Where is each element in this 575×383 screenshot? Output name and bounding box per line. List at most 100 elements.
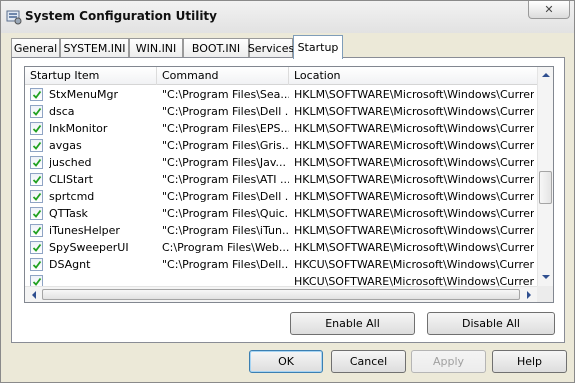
list-item[interactable]: jusched "C:\Program Files\Jav... HKLM\SOFT… — [25, 154, 537, 171]
tab-system-ini[interactable]: SYSTEM.INI — [60, 38, 129, 58]
cancel-button[interactable]: Cancel — [331, 350, 406, 373]
startup-items-list[interactable]: Startup Item Command Location StxMenuMgr… — [24, 66, 554, 303]
startup-item-location: HKLM\SOFTWARE\Microsoft\Windows\CurrentV… — [294, 156, 534, 169]
close-button[interactable]: ✕ — [528, 1, 570, 19]
startup-item-location: HKCU\SOFTWARE\Microsoft\Windows\CurrentV… — [294, 258, 534, 271]
tab-services[interactable]: Services — [248, 38, 294, 58]
list-header: Startup Item Command Location — [25, 67, 537, 85]
check-mark-icon — [32, 192, 41, 201]
startup-item-checkbox[interactable] — [30, 207, 43, 220]
startup-item-checkbox[interactable] — [30, 105, 43, 118]
ok-button[interactable]: OK — [249, 350, 323, 373]
startup-item-command: "C:\Program Files\Jav... — [162, 156, 287, 169]
startup-item-command: C:\Program Files\Web... — [162, 241, 289, 254]
enable-all-button[interactable]: Enable All — [290, 312, 415, 335]
startup-item-checkbox[interactable] — [30, 224, 43, 237]
check-mark-icon — [32, 90, 41, 99]
list-item[interactable]: dsca "C:\Program Files\Dell ... HKLM\SOFTW… — [25, 103, 537, 120]
check-mark-icon — [32, 209, 41, 218]
startup-item-name: dsca — [49, 105, 75, 118]
startup-item-command: "C:\Program Files\iTun... — [162, 224, 289, 237]
list-item[interactable]: StxMenuMgr "C:\Program Files\Sea... HKLM\S… — [25, 86, 537, 103]
startup-item-name: QTTask — [49, 207, 88, 220]
startup-item-location: HKLM\SOFTWARE\Microsoft\Windows\CurrentV… — [294, 88, 534, 101]
startup-item-location: HKLM\SOFTWARE\Microsoft\Windows\CurrentV… — [294, 190, 534, 203]
tab-startup[interactable]: Startup — [293, 35, 343, 59]
check-mark-icon — [32, 226, 41, 235]
startup-item-name: jusched — [49, 156, 92, 169]
startup-tab-panel: Startup Item Command Location StxMenuMgr… — [11, 57, 565, 343]
startup-item-name: SpySweeperUI — [49, 241, 129, 254]
close-icon: ✕ — [544, 3, 554, 16]
startup-item-location: HKLM\SOFTWARE\Microsoft\Windows\CurrentV… — [294, 224, 534, 237]
check-mark-icon — [32, 107, 41, 116]
tab-general[interactable]: General — [11, 38, 60, 58]
disable-all-button[interactable]: Disable All — [427, 312, 555, 335]
startup-item-location: HKLM\SOFTWARE\Microsoft\Windows\CurrentV… — [294, 139, 534, 152]
startup-item-location: HKLM\SOFTWARE\Microsoft\Windows\CurrentV… — [294, 207, 534, 220]
startup-item-checkbox[interactable] — [30, 88, 43, 101]
check-mark-icon — [32, 175, 41, 184]
startup-item-checkbox[interactable] — [30, 190, 43, 203]
startup-item-command: "C:\Program Files\Gris... — [162, 139, 289, 152]
tab-boot-ini[interactable]: BOOT.INI — [183, 38, 249, 58]
list-item[interactable]: QTTask "C:\Program Files\Quic... HKLM\SOFT… — [25, 205, 537, 222]
startup-item-name: CLIStart — [49, 173, 93, 186]
help-button[interactable]: Help — [492, 350, 567, 373]
list-item[interactable]: InkMonitor "C:\Program Files\EPS... HKLM\S… — [25, 120, 537, 137]
list-item[interactable]: iTunesHelper "C:\Program Files\iTun... HKL… — [25, 222, 537, 239]
startup-item-command: "C:\Program Files\ATI ... — [162, 173, 289, 186]
startup-item-command: "C:\Program Files\Sea... — [162, 88, 289, 101]
column-header-location[interactable]: Location — [289, 67, 537, 85]
title-bar[interactable]: System Configuration Utility ✕ — [1, 1, 574, 33]
vertical-scroll-thumb[interactable] — [539, 171, 552, 204]
apply-button[interactable]: Apply — [411, 350, 486, 373]
startup-item-name: InkMonitor — [49, 122, 108, 135]
startup-item-command: "C:\Program Files\Dell... — [162, 258, 289, 271]
scroll-down-arrow-icon[interactable] — [541, 272, 551, 282]
startup-item-command: "C:\Program Files\Quic... — [162, 207, 289, 220]
column-header-startup-item[interactable]: Startup Item — [25, 67, 157, 85]
startup-item-checkbox[interactable] — [30, 122, 43, 135]
vertical-scrollbar[interactable] — [537, 67, 553, 286]
startup-item-name: DSAgnt — [49, 258, 91, 271]
check-mark-icon — [32, 158, 41, 167]
list-item[interactable]: CLIStart "C:\Program Files\ATI ... HKLM\SO… — [25, 171, 537, 188]
scroll-right-arrow-icon[interactable] — [524, 290, 534, 300]
startup-item-command: "C:\Program Files\EPS... — [162, 122, 289, 135]
list-item[interactable]: SpySweeperUI C:\Program Files\Web... HKLM\… — [25, 239, 537, 256]
startup-item-location: HKLM\SOFTWARE\Microsoft\Windows\CurrentV… — [294, 105, 534, 118]
horizontal-scrollbar[interactable] — [25, 286, 537, 302]
scrollbar-corner — [537, 286, 553, 302]
check-mark-icon — [32, 141, 41, 150]
msconfig-app-icon — [6, 9, 22, 25]
startup-item-name: StxMenuMgr — [49, 88, 119, 101]
check-mark-icon — [32, 124, 41, 133]
startup-item-location: HKLM\SOFTWARE\Microsoft\Windows\CurrentV… — [294, 241, 534, 254]
startup-item-command: "C:\Program Files\Dell ... — [162, 105, 289, 118]
startup-item-checkbox[interactable] — [30, 258, 43, 271]
scroll-left-arrow-icon[interactable] — [29, 290, 39, 300]
list-item[interactable]: sprtcmd "C:\Program Files\Dell ... HKLM\SO… — [25, 188, 537, 205]
system-configuration-window: System Configuration Utility ✕ General S… — [0, 0, 575, 383]
window-title: System Configuration Utility — [25, 9, 217, 23]
startup-item-checkbox[interactable] — [30, 139, 43, 152]
check-mark-icon — [32, 277, 41, 286]
check-mark-icon — [32, 243, 41, 252]
startup-item-name: iTunesHelper — [49, 224, 120, 237]
horizontal-scroll-thumb[interactable] — [42, 289, 520, 300]
list-item[interactable]: avgas "C:\Program Files\Gris... HKLM\SOFTW… — [25, 137, 537, 154]
startup-item-checkbox[interactable] — [30, 241, 43, 254]
startup-item-location: HKLM\SOFTWARE\Microsoft\Windows\CurrentV… — [294, 173, 534, 186]
startup-item-command: "C:\Program Files\Dell ... — [162, 190, 289, 203]
startup-item-name: avgas — [49, 139, 82, 152]
column-header-command[interactable]: Command — [157, 67, 289, 85]
list-item[interactable]: DSAgnt "C:\Program Files\Dell... HKCU\SOFT… — [25, 256, 537, 273]
check-mark-icon — [32, 260, 41, 269]
startup-item-name: sprtcmd — [49, 190, 95, 203]
scroll-up-arrow-icon[interactable] — [541, 70, 551, 80]
tab-win-ini[interactable]: WIN.INI — [129, 38, 183, 58]
startup-item-location: HKLM\SOFTWARE\Microsoft\Windows\CurrentV… — [294, 122, 534, 135]
startup-item-checkbox[interactable] — [30, 173, 43, 186]
startup-item-checkbox[interactable] — [30, 156, 43, 169]
